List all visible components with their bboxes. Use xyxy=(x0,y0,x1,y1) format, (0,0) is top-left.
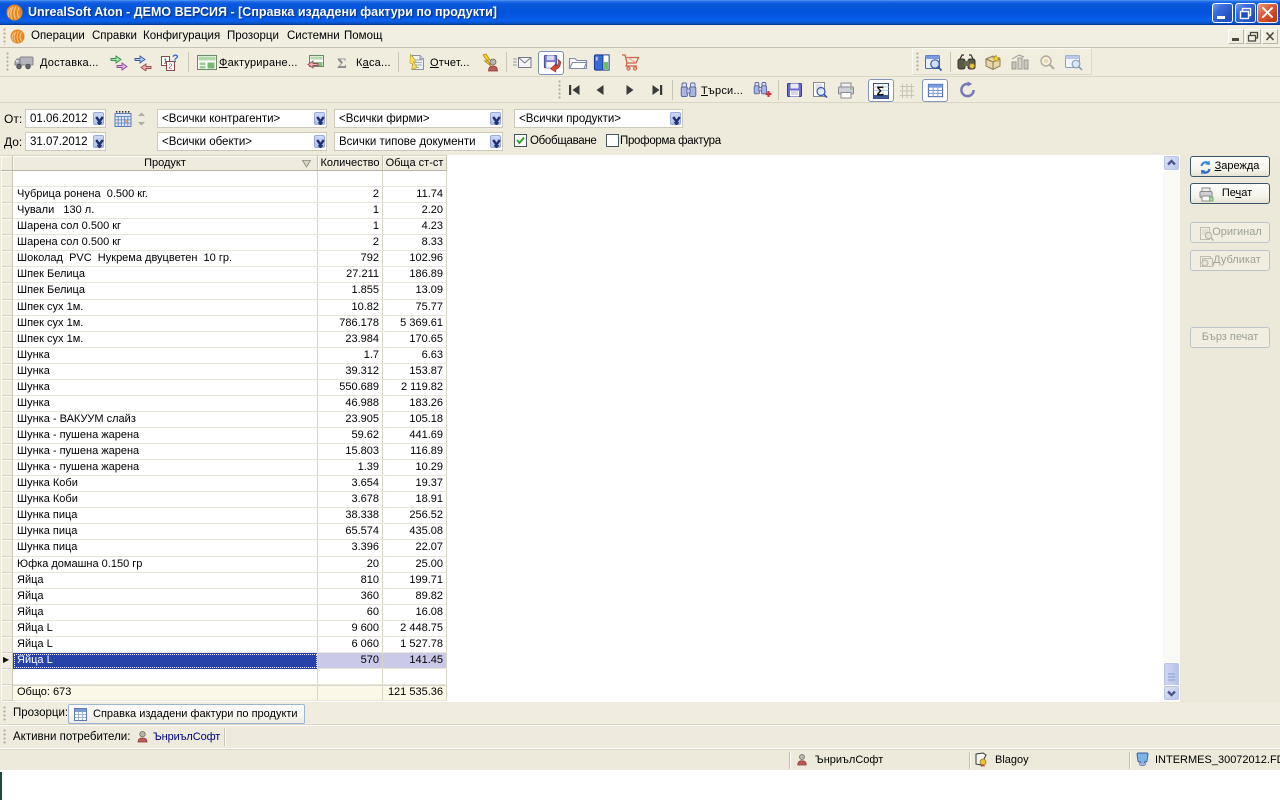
svg-text:Σ: Σ xyxy=(337,56,347,71)
svg-text:?: ? xyxy=(172,53,179,65)
svg-text:Σ: Σ xyxy=(877,85,885,99)
